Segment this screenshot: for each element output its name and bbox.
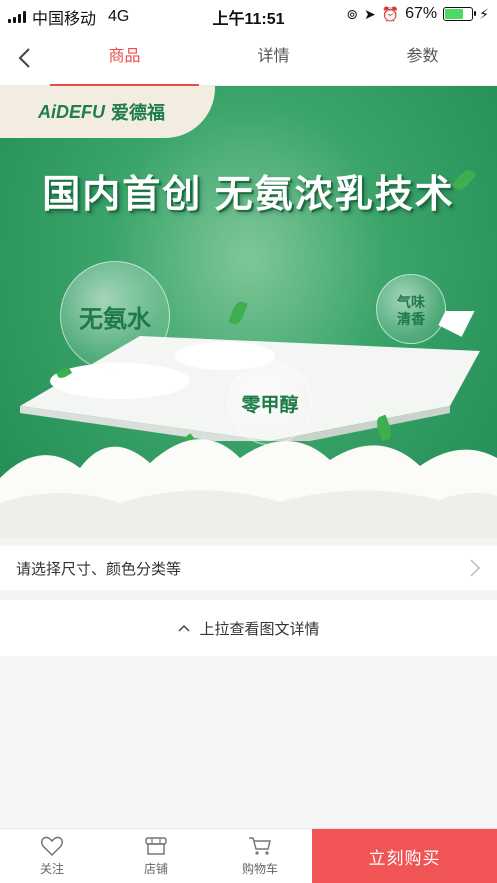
chevron-right-icon: [470, 559, 481, 577]
brand-logo: AiDEFU 爱德福: [0, 86, 215, 138]
product-banner[interactable]: AiDEFU 爱德福 国内首创 无氨浓乳技术 无氨水 零甲醇 气味 清香: [0, 86, 497, 538]
store-label: 店铺: [143, 862, 168, 876]
content-area: [0, 656, 497, 828]
cart-icon: [249, 837, 271, 855]
alarm-icon: ⏰: [381, 5, 400, 22]
battery-fill: [445, 9, 463, 19]
battery-percent: 67%: [405, 5, 438, 22]
bubble-no-ammonia: 无氨水: [60, 261, 170, 371]
buy-now-button[interactable]: 立刻购买: [312, 829, 497, 883]
pull-up-label: 上拉查看图文详情: [199, 620, 320, 638]
status-right: ⊚ ➤ ⏰ 67% ⚡: [346, 5, 489, 23]
battery-icon: [443, 7, 477, 21]
tab-bar: 商品 详情 参数: [50, 28, 497, 86]
milk-splash: [0, 439, 497, 538]
back-arrow-icon[interactable]: [14, 46, 38, 70]
location-icon: ➤: [363, 5, 376, 22]
banner-headline: 国内首创 无氨浓乳技术: [42, 174, 455, 216]
tab-params[interactable]: 参数: [348, 28, 497, 86]
sku-selector-label: 请选择尺寸、颜色分类等: [16, 560, 182, 578]
tab-product[interactable]: 商品: [50, 28, 199, 86]
sku-selector[interactable]: 请选择尺寸、颜色分类等: [0, 546, 497, 590]
chevron-up-icon: [178, 624, 191, 632]
store-icon: [145, 837, 167, 855]
bubble-fresh-scent: 气味 清香: [376, 274, 446, 344]
tab-details[interactable]: 详情: [199, 28, 348, 86]
bottom-action-bar: 关注 店铺 购物车 立刻购买: [0, 828, 497, 883]
logo-cn: 爱德福: [111, 103, 165, 123]
cart-button[interactable]: 购物车: [208, 829, 312, 883]
cart-label: 购物车: [241, 862, 278, 876]
screen-lock-icon: ⊚: [346, 5, 358, 22]
heart-icon: [40, 836, 64, 857]
store-button[interactable]: 店铺: [104, 829, 208, 883]
follow-button[interactable]: 关注: [0, 829, 104, 883]
status-bar: 中国移动 4G 上午11:51 ⊚ ➤ ⏰ 67% ⚡: [0, 0, 497, 28]
pull-up-details[interactable]: 上拉查看图文详情: [0, 600, 497, 656]
charging-icon: ⚡: [479, 5, 489, 22]
top-nav: 商品 详情 参数: [0, 28, 497, 86]
follow-label: 关注: [39, 862, 64, 876]
logo-brand: AiDEFU: [38, 101, 105, 122]
bubble-fresh-scent-label: 气味 清香: [397, 294, 425, 327]
